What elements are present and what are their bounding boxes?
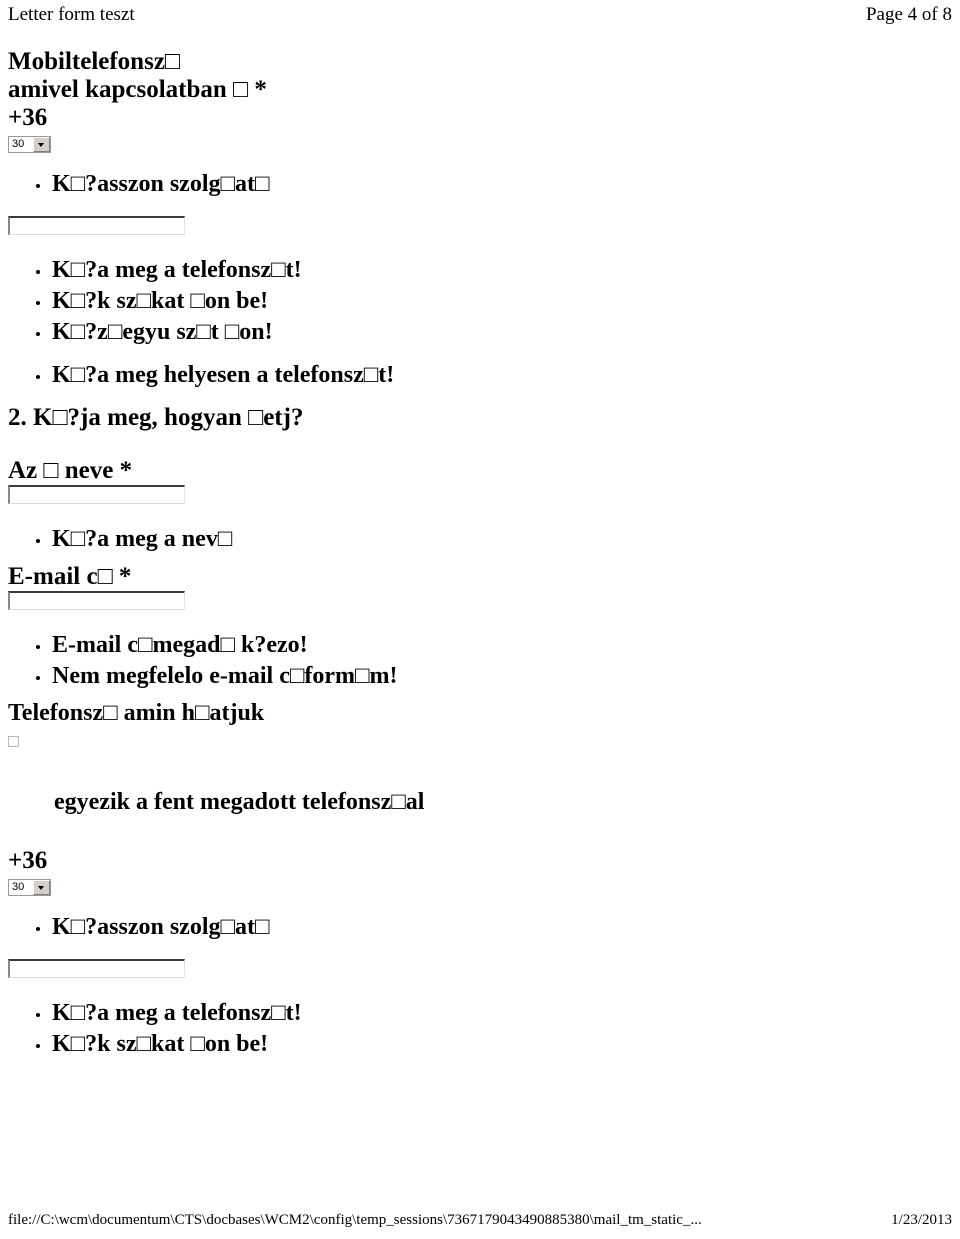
country-prefix-label-2: +36: [8, 847, 48, 874]
list-item: K□?k sz□kat □on be!: [0, 286, 960, 317]
print-date: 1/23/2013: [891, 1212, 952, 1228]
page-number-indicator: Page 4 of 8: [865, 4, 952, 25]
chevron-down-icon: [38, 885, 44, 890]
list-item: K□?k sz□kat □on be!: [0, 1029, 960, 1060]
callback-phone-label: Telefonsz□ amin h□atjuk: [8, 700, 265, 726]
validation-list-1b: K□?a meg helyesen a telefonsz□t!: [0, 360, 960, 391]
area-code-select-1-value: 30: [12, 137, 25, 150]
email-label: E-mail c□ *: [8, 563, 132, 590]
validation-list-2: K□?a meg a telefonsz□t! K□?k sz□kat □on …: [0, 998, 960, 1060]
name-label: Az □ neve *: [8, 457, 133, 484]
mobile-phone-label-line1: Mobiltelefonsz□: [8, 48, 181, 75]
list-item: K□?asszon szolg□at□: [0, 912, 960, 943]
name-input[interactable]: [8, 485, 185, 504]
list-item: K□?z□egyu sz□t □on!: [0, 317, 960, 348]
list-item: K□?a meg helyesen a telefonsz□t!: [0, 360, 960, 391]
hint-list-2: K□?asszon szolg□at□: [0, 912, 960, 943]
section-2-heading: 2. K□?ja meg, hogyan □etj?: [8, 404, 304, 431]
validation-list-1: K□?a meg a telefonsz□t! K□?k sz□kat □on …: [0, 255, 960, 348]
phone-number-input-1[interactable]: [8, 216, 185, 235]
list-item: K□?a meg a telefonsz□t!: [0, 255, 960, 286]
callback-same-as-above-row[interactable]: egyezik a fent megadott telefonsz□al: [0, 727, 960, 847]
area-code-select-1[interactable]: 30: [8, 135, 51, 153]
list-item: K□?asszon szolg□at□: [0, 169, 960, 200]
mobile-phone-label-line2: amivel kapcsolatban □ *: [8, 76, 267, 103]
email-validation-list: E-mail c□megad□ k?ezo! Nem megfelelo e-m…: [0, 630, 960, 692]
list-item: K□?a meg a telefonsz□t!: [0, 998, 960, 1029]
callback-same-as-above-label: egyezik a fent megadott telefonsz□al: [54, 789, 425, 815]
area-code-select-row-2: 30: [0, 875, 960, 896]
area-code-select-row-1: 30: [0, 132, 960, 153]
document-title: Letter form teszt: [8, 4, 135, 25]
hint-list-1: K□?asszon szolg□at□: [0, 169, 960, 200]
page-footer: file://C:\wcm\documentum\CTS\docbases\WC…: [0, 1207, 960, 1233]
list-item: K□?a meg a nev□: [0, 524, 960, 555]
file-path-text: file://C:\wcm\documentum\CTS\docbases\WC…: [8, 1212, 702, 1228]
country-prefix-label-1: +36: [8, 104, 48, 131]
name-validation-list: K□?a meg a nev□: [0, 524, 960, 555]
area-code-select-2[interactable]: 30: [8, 878, 51, 896]
area-code-select-2-button[interactable]: [33, 879, 50, 895]
area-code-select-2-value: 30: [12, 880, 25, 893]
phone-number-input-2[interactable]: [8, 959, 185, 978]
list-item: Nem megfelelo e-mail c□form□m!: [0, 661, 960, 692]
area-code-select-1-button[interactable]: [33, 136, 50, 152]
document-body: Mobiltelefonsz□ amivel kapcsolatban □ * …: [0, 48, 960, 1060]
email-input[interactable]: [8, 591, 185, 610]
chevron-down-icon: [38, 142, 44, 147]
list-item: E-mail c□megad□ k?ezo!: [0, 630, 960, 661]
checkbox-icon[interactable]: [8, 736, 19, 747]
page-header: Letter form teszt Page 4 of 8: [0, 0, 960, 30]
